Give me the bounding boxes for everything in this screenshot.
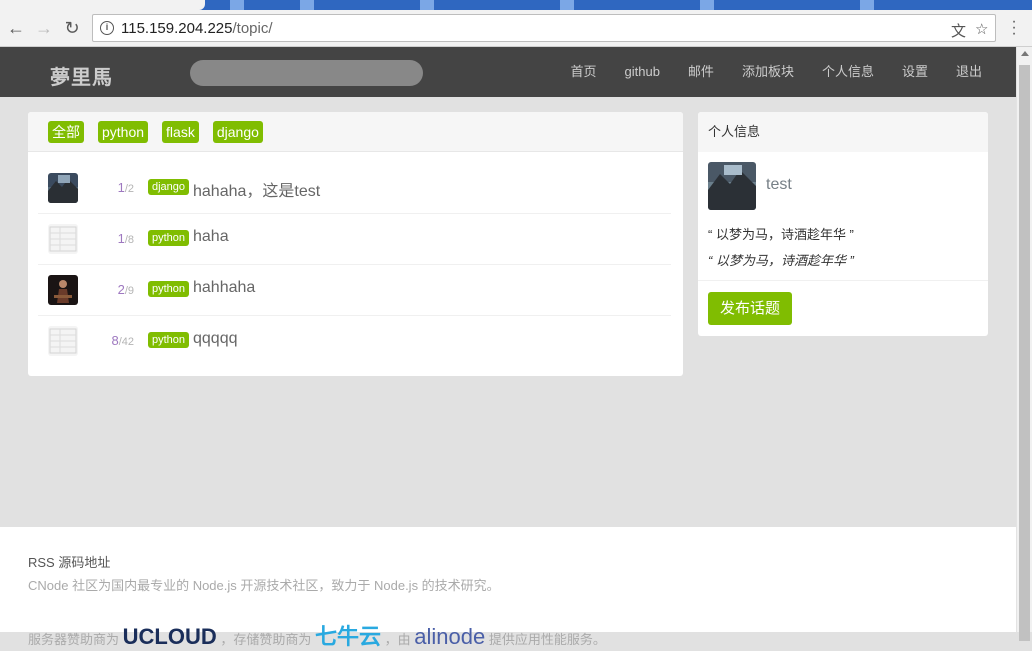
reply-view-count: 1/2	[117, 180, 134, 195]
site-header: 夢里馬 首页 github 邮件 添加板块 个人信息 设置 退出	[0, 47, 1016, 97]
user-signature-italic: “ 以梦为马，诗酒趁年华 ”	[708, 253, 854, 268]
view-count: 9	[127, 285, 134, 297]
reply-count: 8	[111, 333, 119, 348]
reload-icon[interactable]: ↻	[62, 18, 82, 38]
reply-view-count: 2/9	[117, 282, 134, 297]
tabstrip-decoration	[300, 0, 314, 10]
nav-settings[interactable]: 设置	[888, 47, 942, 97]
tab-all[interactable]: 全部	[48, 121, 84, 143]
tabstrip-decoration	[700, 0, 714, 10]
divider	[698, 280, 988, 281]
view-count: 42	[121, 336, 134, 348]
sidebar-title: 个人信息	[698, 112, 988, 152]
alinode-logo[interactable]: alinode	[414, 624, 485, 649]
topic-list-panel: 全部 python flask django 1/2 django hahaha，这是…	[28, 112, 683, 376]
profile-sidebar: 个人信息 test “ 以梦为马，诗酒趁年华 ” “ 以梦为马，诗酒趁年华 ” …	[698, 112, 988, 336]
tab-python[interactable]: python	[98, 121, 149, 143]
url-path: /topic/	[232, 20, 273, 37]
topic-tag: python	[148, 281, 190, 297]
view-count: 8	[127, 234, 134, 246]
browser-tabstrip	[0, 0, 1032, 10]
site-brand[interactable]: 夢里馬	[50, 61, 113, 90]
info-icon[interactable]: i	[100, 21, 114, 35]
nav-home[interactable]: 首页	[556, 47, 610, 97]
tab-django[interactable]: django	[212, 121, 263, 143]
footer-sponsors: 服务器赞助商为 UCLOUD ，存储赞助商为 七牛云 ，由 alinode 提供…	[28, 619, 606, 651]
sponsor-text: 服务器赞助商为	[28, 632, 120, 647]
footer-links[interactable]: RSS 源码地址	[28, 552, 110, 571]
topic-row[interactable]: 1/2 django hahaha，这是test	[38, 163, 671, 214]
user-avatar[interactable]	[708, 162, 756, 210]
reply-count: 2	[117, 282, 125, 297]
tabstrip-decoration	[860, 0, 874, 10]
user-signature: “ 以梦为马，诗酒趁年华 ”	[708, 227, 854, 242]
topic-title[interactable]: qqqqq	[193, 330, 238, 348]
sponsor-text: ，由	[384, 632, 411, 647]
reply-view-count: 1/8	[117, 231, 134, 246]
back-arrow-icon[interactable]: ←	[6, 18, 26, 38]
sponsor-text: ，存储赞助商为	[220, 632, 312, 647]
board-tabs: 全部 python flask django	[28, 112, 683, 152]
address-bar[interactable]: i 115.159.204.225/topic/ 文 ☆	[92, 14, 996, 42]
footer-description: CNode 社区为国内最专业的 Node.js 开源技术社区，致力于 Node.…	[28, 578, 500, 593]
topic-tag: python	[148, 230, 190, 246]
avatar[interactable]	[48, 275, 78, 305]
scroll-up-arrow-icon[interactable]	[1021, 51, 1029, 56]
bookmark-star-icon[interactable]: ☆	[975, 20, 988, 38]
topic-row[interactable]: 1/8 python haha	[38, 214, 671, 265]
translate-icon[interactable]: 文	[951, 20, 966, 41]
nav-add-board[interactable]: 添加板块	[728, 47, 808, 97]
avatar[interactable]	[48, 224, 78, 254]
sponsor-text: 提供应用性能服务。	[488, 632, 606, 647]
topic-tag: python	[148, 332, 190, 348]
main-nav: 首页 github 邮件 添加板块 个人信息 设置 退出	[556, 47, 996, 97]
browser-tab[interactable]	[0, 0, 205, 10]
tab-flask[interactable]: flask	[162, 121, 199, 143]
tabstrip-decoration	[420, 0, 434, 10]
topic-title[interactable]: haha	[193, 228, 229, 246]
view-count: 2	[127, 183, 134, 195]
nav-logout[interactable]: 退出	[942, 47, 996, 97]
topic-title[interactable]: hahhaha	[193, 279, 255, 297]
browser-toolbar: ← → ↻ i 115.159.204.225/topic/ 文 ☆ · · ·	[0, 10, 1032, 47]
topic-tag: django	[148, 179, 190, 195]
tabstrip-decoration	[560, 0, 574, 10]
url-host: 115.159.204.225	[121, 20, 233, 37]
avatar[interactable]	[48, 173, 78, 203]
reply-count: 1	[117, 180, 125, 195]
nav-mail[interactable]: 邮件	[674, 47, 728, 97]
ucloud-logo[interactable]: UCLOUD	[123, 624, 217, 649]
nav-github[interactable]: github	[611, 47, 674, 97]
browser-menu-icon[interactable]: · · ·	[1006, 14, 1022, 42]
reply-view-count: 8/42	[111, 333, 134, 348]
reply-count: 1	[117, 231, 125, 246]
search-input[interactable]	[190, 60, 423, 86]
qiniu-logo[interactable]: 七牛云	[315, 624, 381, 649]
avatar[interactable]	[48, 326, 78, 356]
post-topic-button[interactable]: 发布话题	[708, 292, 792, 325]
topic-title[interactable]: hahaha，这是test	[193, 177, 320, 201]
page-scrollbar[interactable]	[1016, 47, 1032, 641]
scrollbar-thumb[interactable]	[1019, 65, 1030, 641]
topic-row[interactable]: 8/42 python qqqqq	[38, 316, 671, 367]
topic-row[interactable]: 2/9 python hahhaha	[38, 265, 671, 316]
site-footer: RSS 源码地址 CNode 社区为国内最专业的 Node.js 开源技术社区，…	[0, 527, 1016, 649]
nav-profile[interactable]: 个人信息	[808, 47, 888, 97]
address-url[interactable]: 115.159.204.225/topic/	[121, 20, 273, 37]
tabstrip-decoration	[230, 0, 244, 10]
username[interactable]: test	[766, 176, 792, 194]
forward-arrow-icon[interactable]: →	[34, 18, 54, 38]
